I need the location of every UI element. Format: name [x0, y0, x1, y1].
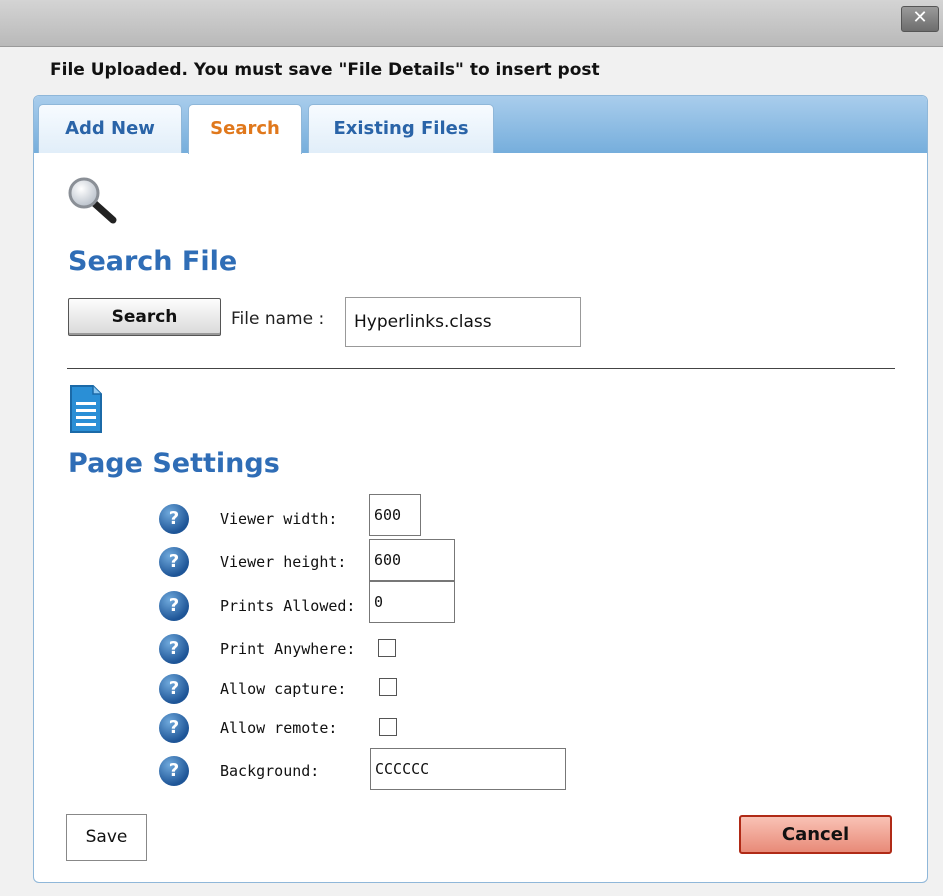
upload-status-message: File Uploaded. You must save "File Detai…	[50, 60, 600, 80]
print-anywhere-label: Print Anywhere:	[220, 640, 356, 658]
allow-capture-label: Allow capture:	[220, 680, 347, 698]
document-icon	[70, 385, 102, 433]
help-icon[interactable]: ?	[159, 591, 189, 621]
tab-add-new[interactable]: Add New	[38, 104, 182, 153]
setting-row-background: ? Background:	[34, 748, 927, 790]
page-settings-title: Page Settings	[68, 448, 280, 479]
allow-remote-checkbox[interactable]	[379, 718, 397, 736]
background-label: Background:	[220, 762, 320, 780]
close-icon: ✕	[912, 7, 928, 28]
search-button[interactable]: Search	[68, 298, 221, 336]
section-divider	[67, 368, 895, 369]
save-button[interactable]: Save	[66, 814, 147, 861]
allow-capture-checkbox[interactable]	[379, 678, 397, 696]
dialog-panel: Add New Search Existing Files Search Fil…	[33, 95, 928, 883]
help-icon[interactable]: ?	[159, 504, 189, 534]
background-color-input[interactable]	[370, 748, 566, 790]
setting-row-viewer-width: ? Viewer width:	[34, 494, 927, 537]
cancel-button[interactable]: Cancel	[739, 815, 892, 854]
close-button[interactable]: ✕	[901, 6, 939, 32]
tab-strip: Add New Search Existing Files	[34, 96, 927, 154]
setting-row-prints-allowed: ? Prints Allowed:	[34, 581, 927, 624]
viewer-width-input[interactable]	[369, 494, 421, 536]
setting-row-allow-capture: ? Allow capture:	[34, 671, 927, 707]
setting-row-allow-remote: ? Allow remote:	[34, 710, 927, 746]
tab-search[interactable]: Search	[188, 104, 302, 154]
viewer-height-label: Viewer height:	[220, 553, 347, 571]
print-anywhere-checkbox[interactable]	[378, 639, 396, 657]
setting-row-viewer-height: ? Viewer height:	[34, 539, 927, 581]
window-titlebar: ✕	[0, 0, 943, 47]
setting-row-print-anywhere: ? Print Anywhere:	[34, 631, 927, 667]
help-icon[interactable]: ?	[159, 674, 189, 704]
help-icon[interactable]: ?	[159, 756, 189, 786]
allow-remote-label: Allow remote:	[220, 719, 338, 737]
viewer-height-input[interactable]	[369, 539, 455, 581]
help-icon[interactable]: ?	[159, 634, 189, 664]
prints-allowed-input[interactable]	[369, 581, 455, 623]
help-icon[interactable]: ?	[159, 547, 189, 577]
tab-existing-files[interactable]: Existing Files	[308, 104, 494, 153]
viewer-width-label: Viewer width:	[220, 510, 338, 528]
search-file-title: Search File	[68, 246, 238, 277]
file-name-label: File name :	[231, 309, 325, 329]
prints-allowed-label: Prints Allowed:	[220, 597, 356, 615]
magnifier-icon	[68, 177, 117, 224]
help-icon[interactable]: ?	[159, 713, 189, 743]
file-name-input[interactable]	[345, 297, 581, 347]
